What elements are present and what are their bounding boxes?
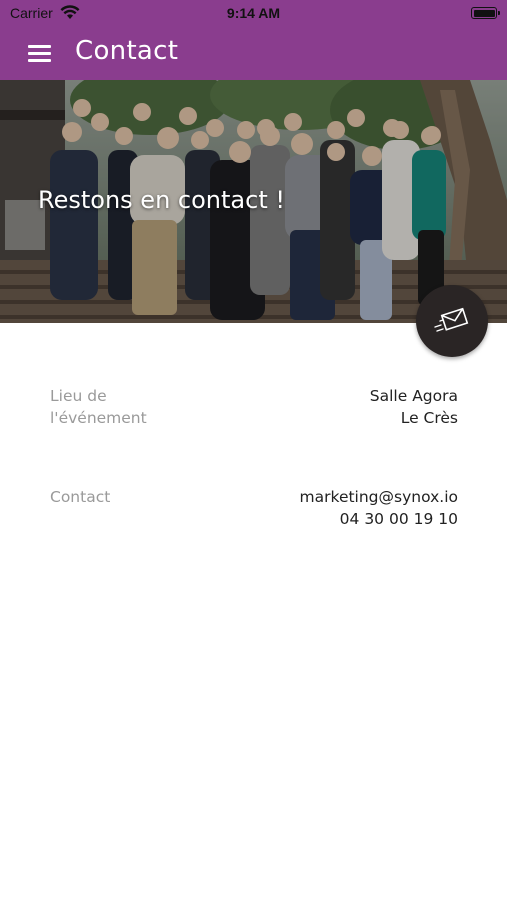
hamburger-menu-icon[interactable]	[28, 44, 52, 64]
page-title: Contact	[75, 36, 179, 66]
hero-banner: Restons en contact !	[0, 80, 507, 323]
venue-name: Salle Agora	[369, 387, 458, 405]
contact-row: Contact marketing@synox.io 04 30 00 19 1…	[50, 486, 458, 536]
status-time: 9:14 AM	[226, 5, 281, 21]
hero-title: Restons en contact !	[38, 186, 285, 214]
contact-phone-link[interactable]: 04 30 00 19 10	[300, 508, 458, 530]
venue-label: Lieu de l'événement	[50, 387, 147, 427]
contact-email-link[interactable]: marketing@synox.io	[300, 486, 458, 508]
app-bar: Contact	[0, 28, 507, 80]
send-mail-button[interactable]	[416, 285, 488, 357]
status-bar: Carrier 9:14 AM	[0, 0, 507, 28]
contact-label: Contact	[50, 488, 111, 506]
venue-city: Le Crès	[400, 409, 458, 427]
send-mail-icon	[434, 307, 469, 332]
venue-value: Salle Agora Le Crès	[370, 385, 458, 429]
battery-icon	[471, 7, 500, 19]
contact-value: marketing@synox.io 04 30 00 19 10	[300, 486, 458, 530]
venue-row: Lieu de l'événement Salle Agora Le Crès	[50, 385, 458, 435]
